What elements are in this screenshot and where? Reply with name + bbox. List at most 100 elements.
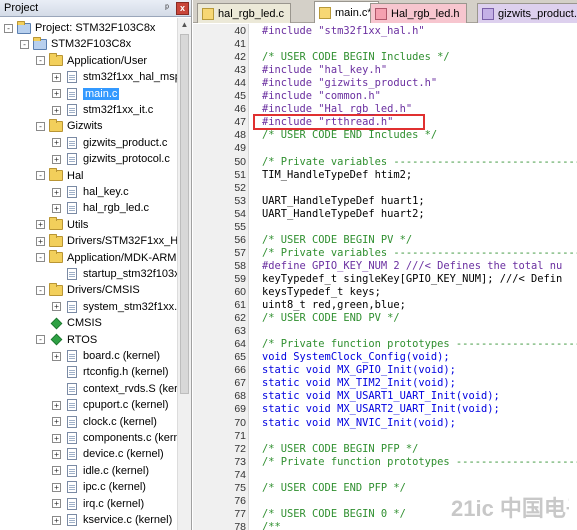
tree-item[interactable]: + gizwits_protocol.c [52,151,170,167]
expand-icon[interactable]: + [52,417,61,427]
tree-item[interactable]: + hal_key.c [52,184,129,200]
code-line[interactable]: 72 /* USER CODE BEGIN PFP */ [193,443,577,456]
code-line[interactable]: 56 /* USER CODE BEGIN PV */ [193,234,577,247]
tree-item[interactable]: - STM32F103C8x [20,36,131,52]
collapse-icon[interactable]: - [36,56,45,66]
code-line[interactable]: 62 /* USER CODE END PV */ [193,312,577,325]
code-line[interactable]: 64 /* Private function prototypes -------… [193,338,577,351]
tree-item[interactable]: + Utils [36,217,88,233]
expand-icon[interactable]: + [52,72,61,82]
expand-icon[interactable]: + [52,351,61,361]
scroll-up-icon[interactable]: ▲ [178,18,191,32]
tree-item[interactable]: + ipc.c (kernel) [52,479,146,495]
tree-item[interactable]: + Drivers/STM32F1xx_HAL [36,233,191,249]
editor-tab[interactable]: Hal_rgb_led.h [370,3,467,23]
editor-tab[interactable]: hal_rgb_led.c [197,3,292,23]
project-tree-scrollbar[interactable]: ▲ [177,18,191,530]
code-line[interactable]: 55 [193,221,577,234]
code-line[interactable]: 73 /* Private function prototypes -------… [193,456,577,469]
expand-icon[interactable]: + [52,449,61,459]
tree-item[interactable]: CMSIS [36,315,102,331]
code-line[interactable]: 44 #include "gizwits_product.h" [193,77,577,90]
expand-icon[interactable]: + [52,433,61,443]
tree-item[interactable]: - Hal [36,168,84,184]
expand-icon[interactable]: + [52,138,61,148]
code-line[interactable]: 61 uint8_t red,green,blue; [193,299,577,312]
collapse-icon[interactable]: - [36,285,45,295]
tree-item[interactable]: - Gizwits [36,118,102,134]
tree-item[interactable]: - Drivers/CMSIS [36,282,140,298]
tree-item[interactable]: + idle.c (kernel) [52,463,149,479]
tree-item[interactable]: + main.c [52,86,120,102]
collapse-icon[interactable]: - [36,121,45,131]
scrollbar-thumb[interactable] [180,34,189,394]
tree-item[interactable]: + clock.c (kernel) [52,414,157,430]
code-line[interactable]: 45 #include "common.h" [193,90,577,103]
expand-icon[interactable]: + [36,236,45,246]
expand-icon[interactable]: + [36,220,45,230]
code-line[interactable]: 65 void SystemClock_Config(void); [193,351,577,364]
tree-item[interactable]: + gizwits_product.c [52,135,167,151]
code-line[interactable]: 66 static void MX_GPIO_Init(void); [193,364,577,377]
tree-item[interactable]: context_rvds.S (kerr [52,381,181,397]
collapse-icon[interactable]: - [36,335,45,345]
expand-icon[interactable]: + [52,187,61,197]
tree-item[interactable]: - RTOS [36,332,97,348]
code-line[interactable]: 43 #include "hal_key.h" [193,64,577,77]
pin-icon[interactable]: ᵖ [160,2,174,15]
collapse-icon[interactable]: - [20,39,29,49]
code-line[interactable]: 48 /* USER CODE END Includes */ [193,129,577,142]
tree-item[interactable]: + device.c (kernel) [52,446,164,462]
collapse-icon[interactable]: - [36,253,45,263]
expand-icon[interactable]: + [52,499,61,509]
code-line[interactable]: 46 #include "Hal_rgb_led.h" [193,103,577,116]
tree-item[interactable]: - Application/MDK-ARM [36,250,176,266]
expand-icon[interactable]: + [52,466,61,476]
tree-item[interactable]: + cpuport.c (kernel) [52,397,169,413]
code-line[interactable]: 60 keysTypedef_t keys; [193,286,577,299]
tree-item[interactable]: rtconfig.h (kernel) [52,364,169,380]
tree-item[interactable]: + components.c (kern [52,430,180,446]
code-line[interactable]: 74 [193,469,577,482]
tree-item[interactable]: + kservice.c (kernel) [52,512,172,528]
expand-icon[interactable]: + [52,154,61,164]
close-icon[interactable]: x [176,1,189,15]
expand-icon[interactable]: + [52,515,61,525]
expand-icon[interactable]: + [52,105,61,115]
code-line[interactable]: 67 static void MX_TIM2_Init(void); [193,377,577,390]
expand-icon[interactable]: + [52,203,61,213]
tree-item[interactable]: + hal_rgb_led.c [52,200,149,216]
collapse-icon[interactable]: - [36,171,45,181]
code-line[interactable]: 71 [193,430,577,443]
code-editor[interactable]: 21ic 中国电子网 40#include "stm32f1xx_hal.h"4… [193,24,577,530]
code-line[interactable]: 52 [193,182,577,195]
code-line[interactable]: 51 TIM_HandleTypeDef htim2; [193,169,577,182]
expand-icon[interactable]: + [52,482,61,492]
code-line[interactable]: 53 UART_HandleTypeDef huart1; [193,195,577,208]
code-line[interactable]: 49 [193,142,577,155]
expand-icon[interactable]: + [52,302,61,312]
code-line[interactable]: 63 [193,325,577,338]
tree-item[interactable]: + stm32f1xx_it.c [52,102,153,118]
code-line[interactable]: 69 static void MX_USART2_UART_Init(void); [193,403,577,416]
code-line[interactable]: 54 UART_HandleTypeDef huart2; [193,208,577,221]
code-line[interactable]: 57 /* Private variables -----------------… [193,247,577,260]
tree-item[interactable]: + board.c (kernel) [52,348,160,364]
editor-tab[interactable]: main.c* [314,1,379,23]
code-line[interactable]: 76 [193,495,577,508]
tree-item[interactable]: - Project: STM32F103C8x [4,20,155,36]
tree-item[interactable]: - Application/User [36,53,147,69]
code-line[interactable]: 40 #include "stm32f1xx_hal.h" [193,25,577,38]
code-line[interactable]: 78 /** [193,521,577,530]
collapse-icon[interactable]: - [4,23,13,33]
code-line[interactable]: 70 static void MX_NVIC_Init(void); [193,417,577,430]
code-line[interactable]: 50 /* Private variables -----------------… [193,156,577,169]
code-line[interactable]: 75 /* USER CODE END PFP */ [193,482,577,495]
tree-item[interactable]: + irq.c (kernel) [52,496,144,512]
expand-icon[interactable]: + [52,89,61,99]
code-line[interactable]: 59 keyTypedef_t singleKey[GPIO_KEY_NUM]; … [193,273,577,286]
tree-item[interactable]: + system_stm32f1xx.c [52,299,183,315]
tree-item[interactable]: startup_stm32f103xb [52,266,186,282]
code-line[interactable]: 42 /* USER CODE BEGIN Includes */ [193,51,577,64]
code-line[interactable]: 58 #define GPIO_KEY_NUM 2 ///< Defines th… [193,260,577,273]
